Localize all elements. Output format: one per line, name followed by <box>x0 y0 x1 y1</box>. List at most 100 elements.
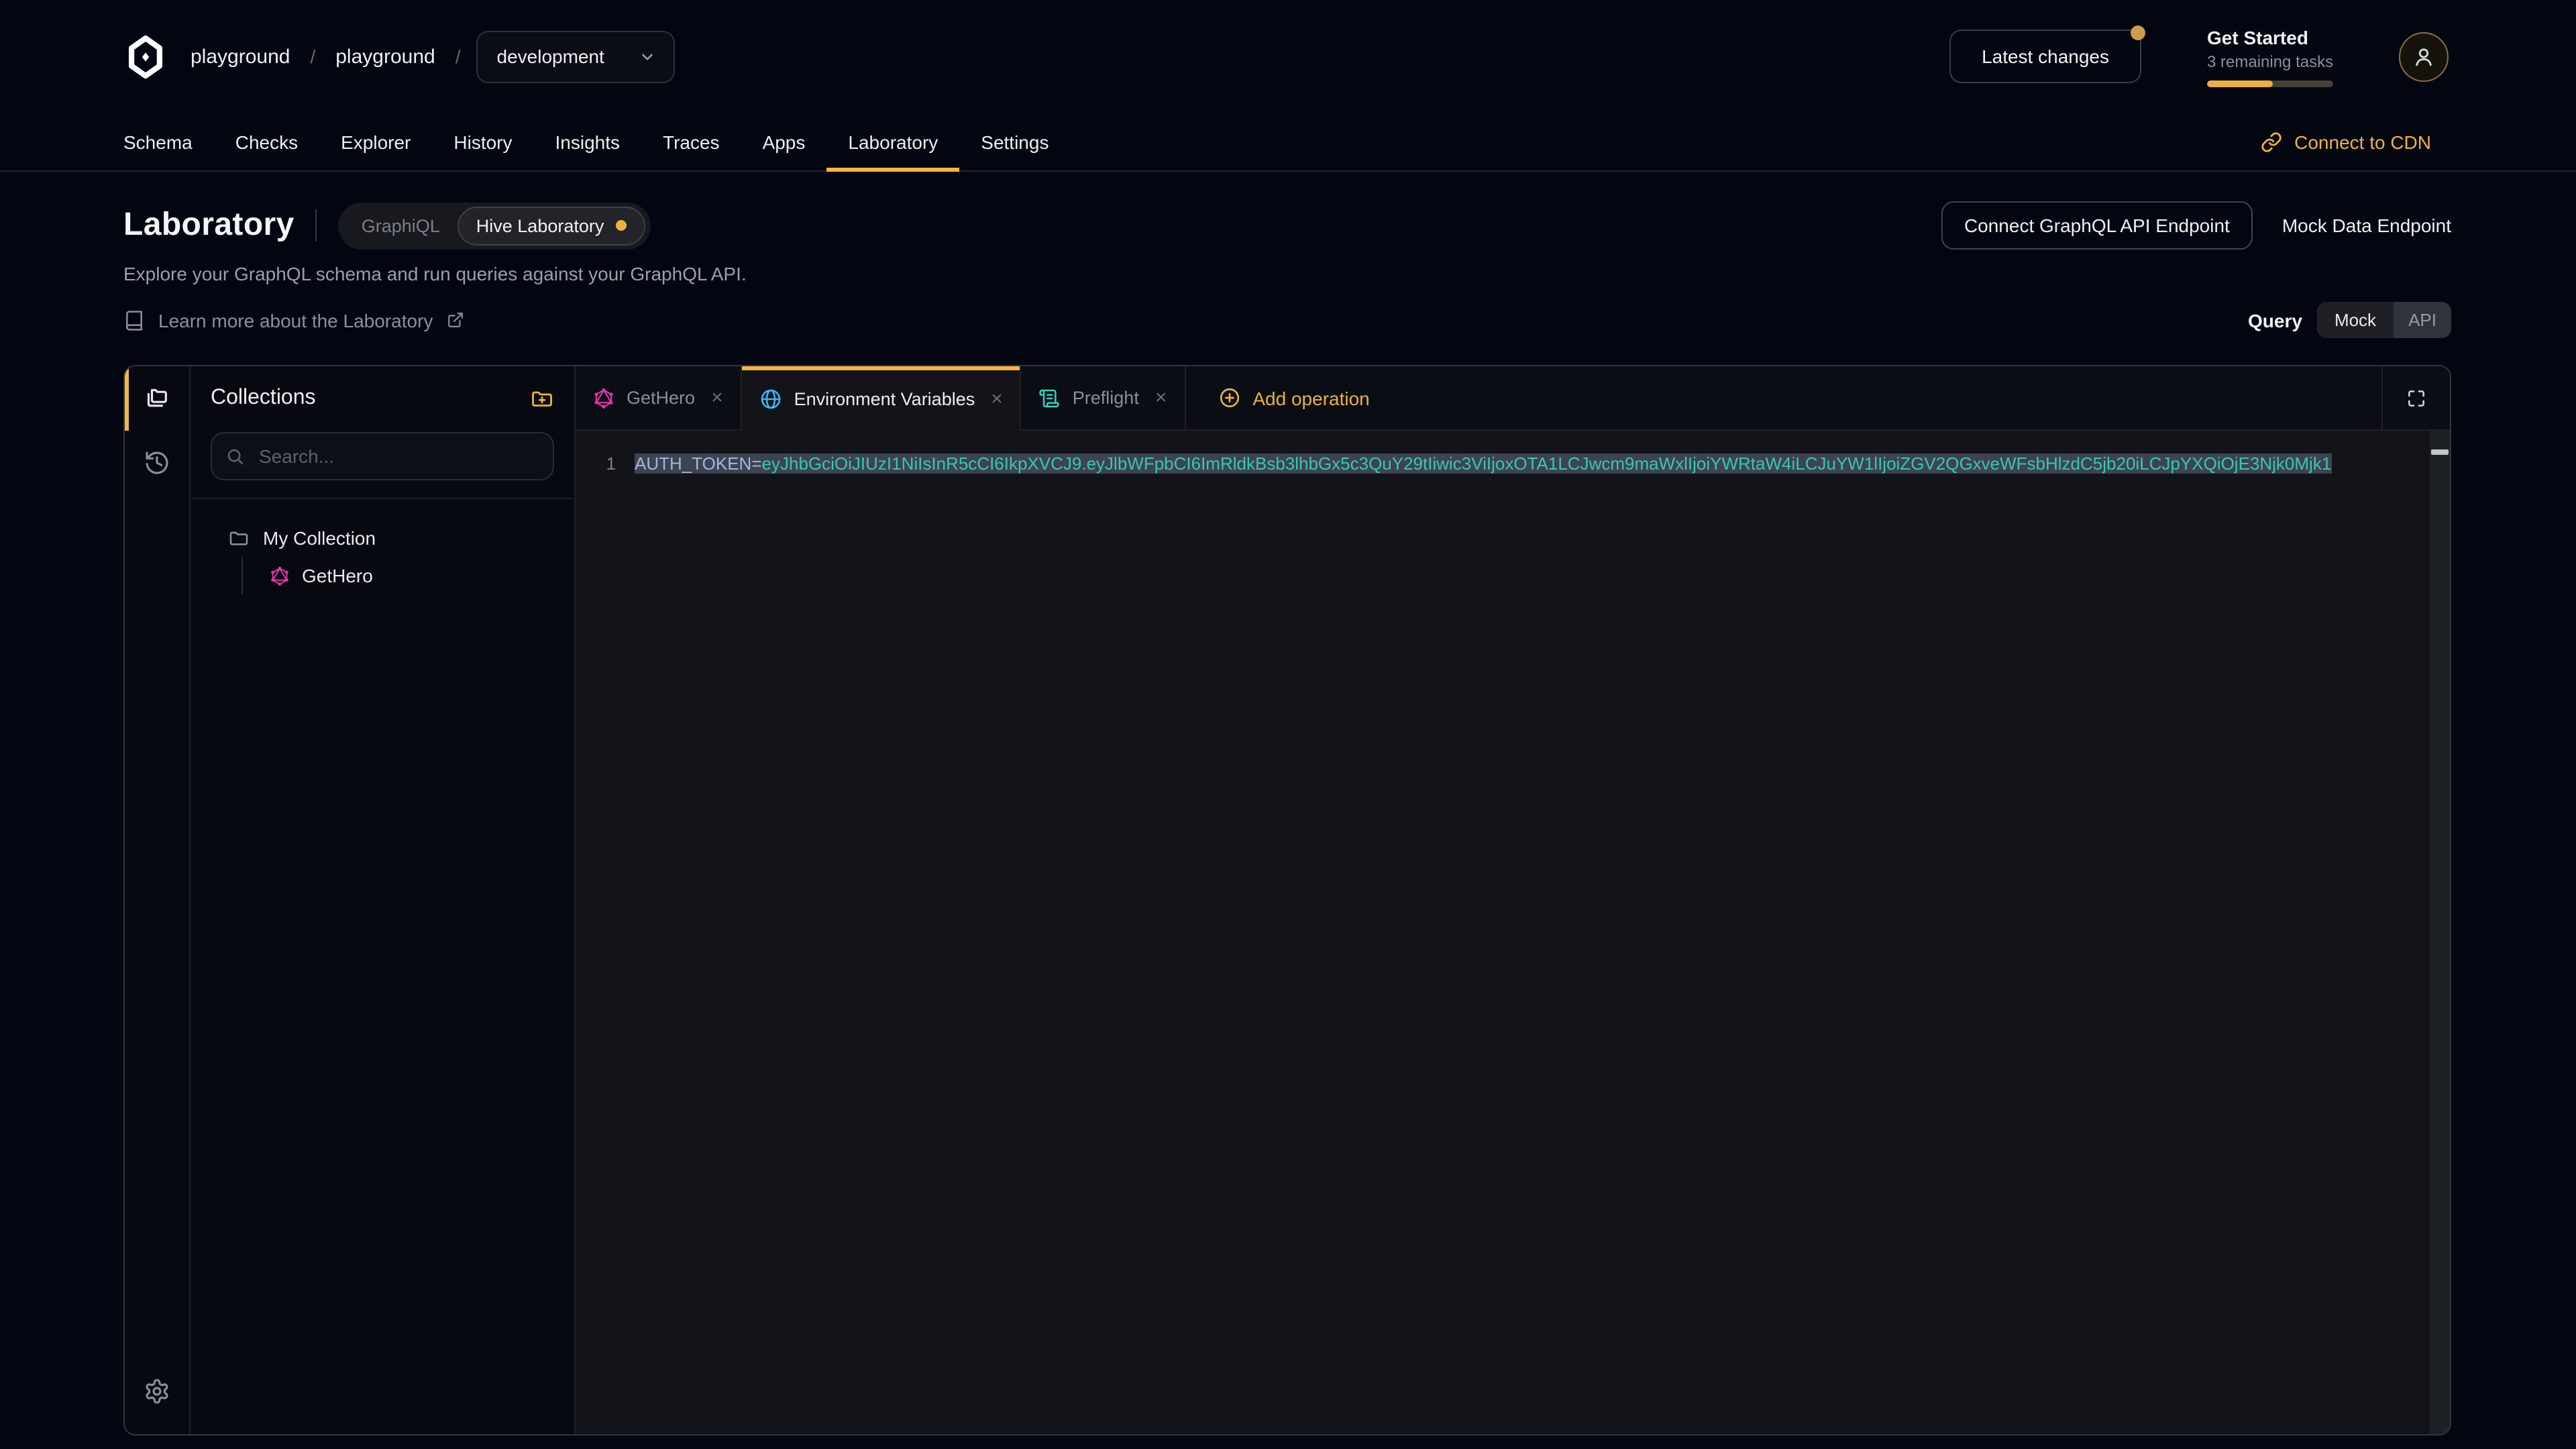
folder-icon <box>228 527 250 549</box>
nav-spacer <box>1070 113 2261 170</box>
get-started-title: Get Started <box>2207 26 2333 48</box>
latest-changes-label: Latest changes <box>1982 46 2109 67</box>
tab-label: Preflight <box>1073 388 1139 408</box>
chevron-down-icon <box>639 48 657 65</box>
hive-logo-icon[interactable] <box>123 34 168 78</box>
toggle-option-hive-laboratory[interactable]: Hive Laboratory <box>458 206 646 245</box>
new-feature-dot <box>616 220 627 231</box>
operation-tabbar: GetHero × Environment Variables × Prefl <box>576 366 2450 431</box>
nav-tab-apps[interactable]: Apps <box>741 113 827 170</box>
breadcrumb: playground / playground / <box>191 45 461 68</box>
add-operation-button[interactable]: Add operation <box>1185 366 1401 429</box>
env-var-value: eyJhbGciOiJIUzI1NiIsInR5cCI6IkpXVCJ9.eyJ… <box>762 453 2332 474</box>
editor-line-1[interactable]: 1 AUTH_TOKEN=eyJhbGciOiJIUzI1NiIsInR5cCI… <box>576 452 2450 475</box>
tab-label: GetHero <box>627 388 695 408</box>
workspace: GetHero × Environment Variables × Prefl <box>576 366 2450 1434</box>
tabbar-spacer <box>1402 366 2381 429</box>
breadcrumb-separator: / <box>455 46 461 67</box>
nav-tab-traces[interactable]: Traces <box>641 113 741 170</box>
globe-icon <box>759 387 782 410</box>
get-started-progressbar <box>2207 80 2333 87</box>
query-mode-segmented: Mock API <box>2317 302 2451 338</box>
script-icon <box>1039 387 1061 409</box>
toggle-option-label: Hive Laboratory <box>476 215 604 235</box>
top-header: playground / playground / development La… <box>0 0 2576 113</box>
breadcrumb-separator: / <box>310 46 315 67</box>
laboratory-hero: Laboratory GraphiQL Hive Laboratory Conn… <box>0 172 2576 338</box>
connect-to-cdn-link[interactable]: Connect to CDN <box>2261 113 2431 170</box>
collections-search[interactable] <box>211 432 554 480</box>
collections-title: Collections <box>211 386 316 410</box>
connect-graphql-api-endpoint-button[interactable]: Connect GraphQL API Endpoint <box>1941 201 2253 250</box>
get-started-subtitle: 3 remaining tasks <box>2207 52 2333 70</box>
tab-environment-variables[interactable]: Environment Variables × <box>742 366 1022 431</box>
graphql-icon <box>270 566 290 586</box>
collections-sidebar: Collections My Collection <box>191 366 576 1434</box>
close-icon[interactable]: × <box>991 387 1003 410</box>
search-icon <box>225 446 246 466</box>
editor-scrollbar[interactable] <box>2430 431 2450 1434</box>
breadcrumb-project[interactable]: playground <box>335 45 435 68</box>
project-nav: Schema Checks Explorer History Insights … <box>0 113 2576 172</box>
nav-tab-schema[interactable]: Schema <box>102 113 214 170</box>
query-mode-option-api[interactable]: API <box>2394 302 2451 338</box>
tab-preflight[interactable]: Preflight × <box>1022 366 1186 429</box>
external-link-icon <box>446 311 464 329</box>
folder-plus-icon[interactable] <box>530 386 554 410</box>
tab-gethero[interactable]: GetHero × <box>576 366 742 429</box>
environment-variables-editor[interactable]: 1 AUTH_TOKEN=eyJhbGciOiJIUzI1NiIsInR5cCI… <box>576 431 2450 1434</box>
nav-tab-history[interactable]: History <box>432 113 533 170</box>
page-title: Laboratory <box>123 207 294 244</box>
query-mode-option-mock[interactable]: Mock <box>2317 302 2394 338</box>
rail-collections-button[interactable] <box>124 366 190 431</box>
avatar[interactable] <box>2399 32 2449 81</box>
query-mode-label: Query <box>2248 309 2302 331</box>
close-icon[interactable]: × <box>711 386 723 409</box>
book-icon <box>123 309 145 331</box>
collections-tree: My Collection GetHero <box>191 499 574 594</box>
lab-ui-toggle: GraphiQL Hive Laboratory <box>339 202 651 249</box>
link-icon <box>2261 131 2282 152</box>
latest-changes-button[interactable]: Latest changes <box>1949 30 2141 83</box>
get-started-widget[interactable]: Get Started 3 remaining tasks <box>2207 26 2333 87</box>
collection-folder-label: My Collection <box>263 527 376 549</box>
fullscreen-button[interactable] <box>2381 366 2450 429</box>
page-description: Explore your GraphQL schema and run quer… <box>123 263 2451 284</box>
editor-code-text: AUTH_TOKEN=eyJhbGciOiJIUzI1NiIsInR5cCI6I… <box>635 452 2450 475</box>
add-operation-label: Add operation <box>1252 387 1369 409</box>
environment-selector-value: development <box>497 46 604 67</box>
nav-tab-checks[interactable]: Checks <box>214 113 319 170</box>
fullscreen-icon <box>2406 387 2427 409</box>
notification-dot <box>2131 25 2145 40</box>
nav-tab-settings[interactable]: Settings <box>959 113 1070 170</box>
toggle-option-graphiql[interactable]: GraphiQL <box>344 207 458 244</box>
nav-tab-insights[interactable]: Insights <box>534 113 642 170</box>
nav-tab-explorer[interactable]: Explorer <box>319 113 432 170</box>
breadcrumb-org[interactable]: playground <box>191 45 290 68</box>
collections-icon <box>144 385 170 412</box>
graphql-icon <box>593 387 614 409</box>
mock-data-endpoint-button[interactable]: Mock Data Endpoint <box>2282 215 2451 236</box>
history-icon <box>144 449 170 476</box>
nav-tab-laboratory[interactable]: Laboratory <box>826 113 959 170</box>
operation-row-gethero[interactable]: GetHero <box>243 557 574 594</box>
rail-settings-button[interactable] <box>124 1359 190 1424</box>
title-divider <box>316 209 317 241</box>
get-started-progress-fill <box>2207 80 2273 87</box>
gear-icon <box>144 1378 170 1405</box>
close-icon[interactable]: × <box>1155 386 1167 409</box>
connect-to-cdn-label: Connect to CDN <box>2294 131 2431 152</box>
operation-label: GetHero <box>302 565 373 586</box>
app-root: playground / playground / development La… <box>0 0 2576 1449</box>
environment-selector[interactable]: development <box>477 30 676 83</box>
env-var-name: AUTH_TOKEN= <box>635 453 762 474</box>
search-input[interactable] <box>256 444 539 468</box>
plus-circle-icon <box>1218 386 1240 409</box>
learn-more-label: Learn more about the Laboratory <box>158 309 433 331</box>
learn-more-link[interactable]: Learn more about the Laboratory <box>123 309 464 331</box>
collection-folder-row[interactable]: My Collection <box>191 519 574 557</box>
tab-label: Environment Variables <box>794 388 975 409</box>
active-rail-indicator <box>125 366 129 431</box>
line-number: 1 <box>576 452 635 475</box>
rail-history-button[interactable] <box>124 431 190 495</box>
